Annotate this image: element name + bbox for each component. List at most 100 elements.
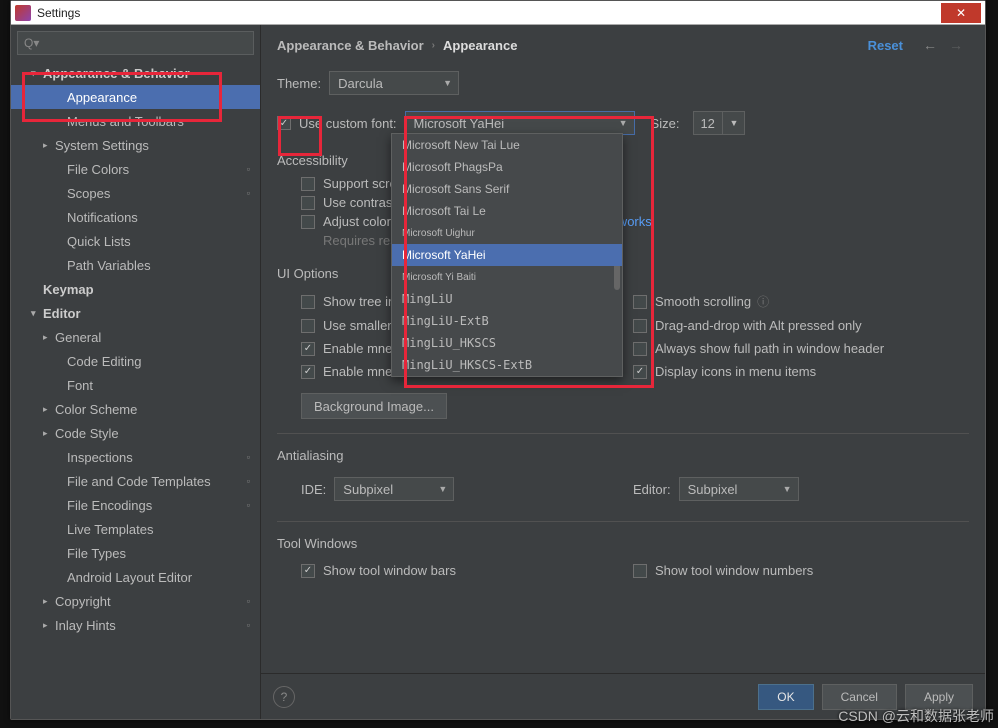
sidebar-item-label: Menus and Toolbars [67,114,184,129]
sidebar-item-copyright[interactable]: ▸Copyright [11,589,260,613]
sidebar-item-inspections[interactable]: Inspections [11,445,260,469]
breadcrumb: Appearance & Behavior › Appearance Reset… [261,25,985,65]
divider [277,433,969,434]
font-option[interactable]: MingLiU [392,288,622,310]
mnemonics-controls-checkbox[interactable] [301,365,315,379]
close-icon: ✕ [956,6,966,20]
background-image-label: Background Image... [314,399,434,414]
drag-alt-checkbox[interactable] [633,319,647,333]
font-option[interactable]: Microsoft YaHei [392,244,622,266]
project-scope-icon [247,188,250,199]
titlebar[interactable]: Settings ✕ [11,1,985,25]
sidebar-item-label: Appearance & Behavior [43,66,190,81]
sidebar-item-path-variables[interactable]: Path Variables [11,253,260,277]
sidebar-item-label: Inlay Hints [55,618,116,633]
sidebar-item-file-and-code-templates[interactable]: File and Code Templates [11,469,260,493]
sidebar-item-editor[interactable]: ▾Editor [11,301,260,325]
theme-value: Darcula [338,76,383,91]
project-scope-icon [247,452,250,463]
font-option[interactable]: Microsoft Tai Le [392,200,622,222]
sidebar-item-code-editing[interactable]: Code Editing [11,349,260,373]
font-option[interactable]: Microsoft New Tai Lue [392,134,622,156]
sidebar-item-file-types[interactable]: File Types [11,541,260,565]
sidebar-item-keymap[interactable]: Keymap [11,277,260,301]
font-size-stepper[interactable]: ▼ [723,111,745,135]
smooth-scrolling-checkbox[interactable] [633,295,647,309]
watermark: CSDN @云和数据张老师 [838,706,994,726]
adjust-colors-checkbox[interactable] [301,215,315,229]
display-icons-checkbox[interactable] [633,365,647,379]
theme-select[interactable]: Darcula ▼ [329,71,459,95]
display-icons-label: Display icons in menu items [655,364,816,379]
project-scope-icon [247,164,250,175]
font-dropdown[interactable]: Microsoft New Tai LueMicrosoft PhagsPaMi… [391,133,623,377]
background-image-button[interactable]: Background Image... [301,393,447,419]
full-path-checkbox[interactable] [633,342,647,356]
sidebar-item-label: File Types [67,546,126,561]
sidebar-item-live-templates[interactable]: Live Templates [11,517,260,541]
font-option[interactable]: MingLiU_HKSCS [392,332,622,354]
sidebar-item-quick-lists[interactable]: Quick Lists [11,229,260,253]
tree-indent-checkbox[interactable] [301,295,315,309]
font-option[interactable]: Microsoft PhagsPa [392,156,622,178]
sidebar-item-label: General [55,330,101,345]
help-icon[interactable]: ⓘ [757,293,769,310]
sidebar-item-android-layout-editor[interactable]: Android Layout Editor [11,565,260,589]
sidebar-item-label: Notifications [67,210,138,225]
sidebar-item-code-style[interactable]: ▸Code Style [11,421,260,445]
sidebar-item-appearance[interactable]: Appearance [11,85,260,109]
sidebar-item-color-scheme[interactable]: ▸Color Scheme [11,397,260,421]
nav-forward-icon[interactable]: → [949,37,963,53]
aa-editor-select[interactable]: Subpixel▼ [679,477,799,501]
ok-button[interactable]: OK [758,684,813,710]
aa-ide-select[interactable]: Subpixel▼ [334,477,454,501]
sidebar-item-general[interactable]: ▸General [11,325,260,349]
sidebar-item-label: Scopes [67,186,110,201]
sidebar-item-appearance-behavior[interactable]: ▾Appearance & Behavior [11,61,260,85]
chevron-down-icon: ▼ [619,118,628,128]
sidebar-item-label: File Colors [67,162,129,177]
font-option[interactable]: Microsoft Sans Serif [392,178,622,200]
sidebar: Q▾ ▾Appearance & BehaviorAppearance Menus… [11,25,261,719]
chevron-icon: ▸ [43,140,55,151]
sidebar-item-file-colors[interactable]: File Colors [11,157,260,181]
apply-label: Apply [924,690,954,704]
project-scope-icon [247,500,250,511]
help-button[interactable]: ? [273,686,295,708]
contrast-scrollbars-checkbox[interactable] [301,196,315,210]
breadcrumb-root[interactable]: Appearance & Behavior [277,38,424,53]
sidebar-item-menus-and-toolbars[interactable]: Menus and Toolbars [11,109,260,133]
sidebar-item-inlay-hints[interactable]: ▸Inlay Hints [11,613,260,637]
sidebar-item-label: Editor [43,306,81,321]
font-option[interactable]: Microsoft Yi Baiti [392,266,622,288]
sidebar-item-file-encodings[interactable]: File Encodings [11,493,260,517]
font-option[interactable]: MingLiU_HKSCS-ExtB [392,354,622,376]
aa-ide-value: Subpixel [343,482,393,497]
sidebar-item-font[interactable]: Font [11,373,260,397]
sidebar-item-system-settings[interactable]: ▸System Settings [11,133,260,157]
close-button[interactable]: ✕ [941,3,981,23]
screen-readers-checkbox[interactable] [301,177,315,191]
font-size-value: 12 [700,116,714,131]
smaller-indents-checkbox[interactable] [301,319,315,333]
tool-window-numbers-label: Show tool window numbers [655,563,813,578]
use-custom-font-checkbox[interactable] [277,116,291,130]
smooth-scrolling-label: Smooth scrolling [655,294,751,309]
window-title: Settings [37,6,80,20]
ui-options-heading: UI Options [277,266,969,281]
settings-tree[interactable]: ▾Appearance & BehaviorAppearance Menus an… [11,61,260,719]
font-option[interactable]: MingLiU-ExtB [392,310,622,332]
tool-window-bars-checkbox[interactable] [301,564,315,578]
tool-window-numbers-checkbox[interactable] [633,564,647,578]
sidebar-item-scopes[interactable]: Scopes [11,181,260,205]
chevron-down-icon: ▼ [783,484,792,494]
font-select[interactable]: Microsoft YaHei ▼ [405,111,635,135]
mnemonics-menu-checkbox[interactable] [301,342,315,356]
reset-button[interactable]: Reset [868,38,903,53]
sidebar-item-notifications[interactable]: Notifications [11,205,260,229]
search-input[interactable]: Q▾ [17,31,254,55]
ok-label: OK [777,690,794,704]
nav-back-icon[interactable]: ← [923,37,937,53]
font-option[interactable]: Microsoft Uighur [392,222,622,244]
font-size-input[interactable]: 12 [693,111,723,135]
